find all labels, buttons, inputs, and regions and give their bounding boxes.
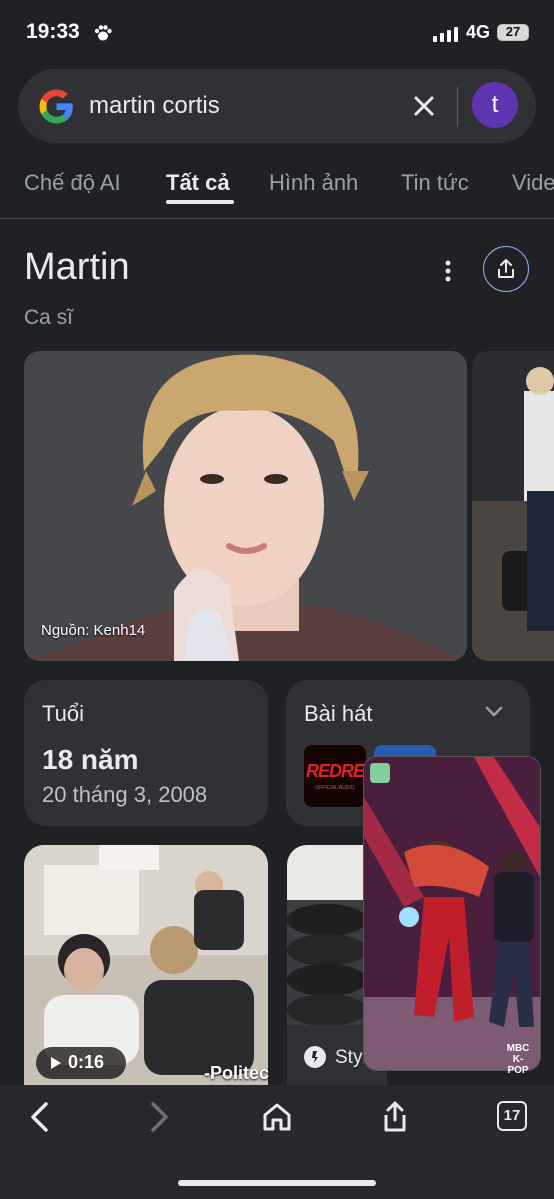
age-value: 18 năm — [42, 744, 139, 775]
songs-label: Bài hát — [304, 701, 373, 726]
side-photo[interactable] — [472, 351, 554, 661]
status-time: 19:33 — [26, 20, 80, 43]
tab-switcher-button[interactable]: 17 — [497, 1101, 527, 1131]
tab-news[interactable]: Tin tức — [401, 170, 469, 196]
close-icon[interactable] — [412, 94, 436, 118]
tab-images[interactable]: Hình ảnh — [269, 170, 358, 196]
page-title: Martin — [24, 246, 130, 288]
tab-videos[interactable]: Vide — [512, 170, 554, 196]
album-cover-subtitle: OFFICIAL AUDIO — [315, 785, 355, 791]
home-indicator[interactable] — [178, 1180, 376, 1186]
search-divider — [457, 87, 458, 127]
back-icon[interactable] — [24, 1100, 58, 1134]
network-type: 4G — [466, 22, 491, 42]
age-label: Tuổi — [42, 701, 84, 726]
battery-icon: 27 — [497, 24, 529, 41]
tab-ai-mode[interactable]: Chế độ AI — [24, 170, 121, 196]
video-overlay-text: -Politec — [204, 1063, 270, 1083]
main-photo[interactable] — [24, 351, 467, 661]
tab-all[interactable]: Tất cả — [166, 170, 230, 196]
avatar[interactable]: t — [472, 82, 518, 128]
pip-channel-logo: MBC K-POP — [506, 1043, 530, 1076]
search-input[interactable]: martin cortis — [89, 92, 220, 120]
entity-subtitle: Ca sĩ — [24, 306, 74, 329]
video-duration: 0:16 — [68, 1052, 105, 1072]
share-icon[interactable] — [378, 1100, 412, 1134]
album-cover-title: REDRE — [305, 761, 365, 781]
share-icon — [498, 259, 514, 278]
picture-in-picture-video[interactable] — [363, 756, 541, 1071]
paw-icon — [94, 25, 112, 41]
birth-date: 20 tháng 3, 2008 — [42, 782, 208, 807]
forward-icon[interactable] — [141, 1100, 175, 1134]
side-image — [472, 351, 554, 661]
video-source: Styl — [335, 1047, 367, 1068]
portrait-image — [24, 351, 467, 661]
chevron-down-icon[interactable] — [484, 704, 504, 720]
tabs-divider — [0, 218, 554, 219]
signal-icon — [433, 26, 459, 42]
album-cover[interactable]: REDRE OFFICIAL AUDIO — [304, 745, 366, 807]
home-icon[interactable] — [260, 1100, 294, 1134]
pip-video-frame — [364, 757, 540, 1070]
image-credit: Nguồn: Kenh14 — [41, 622, 146, 639]
play-icon — [51, 1057, 61, 1069]
google-logo-icon[interactable] — [38, 88, 75, 125]
active-tab-indicator — [166, 200, 234, 204]
source-icon — [304, 1046, 326, 1068]
more-options-icon[interactable] — [440, 257, 456, 285]
share-button[interactable] — [483, 246, 529, 292]
